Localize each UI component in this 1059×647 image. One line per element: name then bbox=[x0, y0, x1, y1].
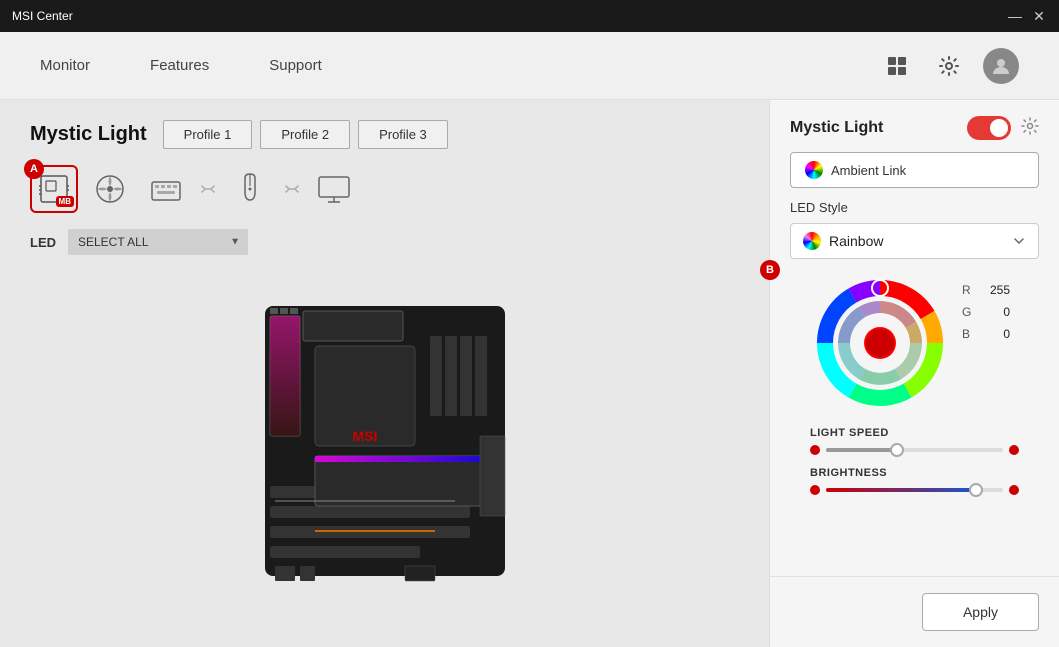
svg-text:MSI: MSI bbox=[352, 428, 377, 444]
device-icon-fan[interactable] bbox=[86, 165, 134, 213]
brightness-slider-left-dot bbox=[810, 485, 820, 495]
light-speed-label: LIGHT SPEED bbox=[810, 427, 1019, 439]
right-panel-header: Mystic Light bbox=[770, 100, 1059, 152]
user-avatar-icon[interactable] bbox=[983, 48, 1019, 84]
led-style-name: Rainbow bbox=[829, 233, 883, 249]
profile3-button[interactable]: Profile 3 bbox=[358, 120, 448, 149]
brightness-slider-thumb[interactable] bbox=[969, 483, 983, 497]
title-bar: MSI Center — ✕ bbox=[0, 0, 1059, 32]
led-row: LED SELECT ALL bbox=[30, 229, 739, 255]
link-icon-2 bbox=[282, 179, 302, 199]
mystic-light-header: Mystic Light Profile 1 Profile 2 Profile… bbox=[30, 120, 739, 149]
settings-icon-button[interactable] bbox=[931, 48, 967, 84]
link-icon-1 bbox=[198, 179, 218, 199]
slider-section: LIGHT SPEED BRIGHTNESS bbox=[790, 427, 1039, 495]
title-bar-left: MSI Center bbox=[12, 9, 73, 23]
led-style-dropdown-left: Rainbow bbox=[803, 232, 883, 250]
led-style-dropdown[interactable]: Rainbow bbox=[790, 223, 1039, 259]
device-icons-row: A MB bbox=[30, 165, 739, 213]
mouse-icon bbox=[233, 172, 267, 206]
motherboard-image: MSI bbox=[235, 286, 535, 596]
nav-item-features[interactable]: Features bbox=[150, 53, 209, 78]
mb-image-area: MSI bbox=[30, 271, 739, 611]
apply-area: Apply bbox=[770, 576, 1059, 647]
light-speed-slider-row bbox=[810, 445, 1019, 455]
rgb-values: R 255 G 0 B 0 bbox=[962, 273, 1010, 341]
brightness-label: BRIGHTNESS bbox=[810, 467, 1019, 479]
rgb-b-value: 0 bbox=[982, 327, 1010, 341]
nav-item-monitor[interactable]: Monitor bbox=[40, 53, 90, 78]
device-icon-mb-wrapper: A MB bbox=[30, 165, 78, 213]
nav-item-support[interactable]: Support bbox=[269, 53, 322, 78]
keyboard-icon bbox=[149, 172, 183, 206]
brightness-slider[interactable] bbox=[826, 488, 1003, 492]
top-nav: Monitor Features Support bbox=[0, 32, 1059, 100]
rgb-b-row: B 0 bbox=[962, 327, 1010, 341]
nav-right bbox=[879, 48, 1019, 84]
left-panel-title: Mystic Light bbox=[30, 123, 147, 146]
grid-icon bbox=[886, 55, 908, 77]
profile2-button[interactable]: Profile 2 bbox=[260, 120, 350, 149]
right-panel-controls bbox=[967, 116, 1039, 140]
mb-label: MB bbox=[56, 196, 74, 207]
ambient-link-icon bbox=[805, 161, 823, 179]
rgb-g-row: G 0 bbox=[962, 305, 1010, 319]
speed-slider-thumb[interactable] bbox=[890, 443, 904, 457]
brightness-slider-right-dot bbox=[1009, 485, 1019, 495]
dropdown-chevron-icon bbox=[1012, 234, 1026, 248]
led-select-wrapper: SELECT ALL bbox=[68, 229, 248, 255]
speed-slider-right-dot bbox=[1009, 445, 1019, 455]
grid-icon-button[interactable] bbox=[879, 48, 915, 84]
ambient-link-button[interactable]: Ambient Link bbox=[790, 152, 1039, 188]
badge-b: B bbox=[760, 260, 780, 280]
right-panel-title: Mystic Light bbox=[790, 119, 883, 137]
brightness-slider-row bbox=[810, 485, 1019, 495]
led-style-section: LED Style Rainbow bbox=[770, 200, 1059, 507]
brightness-slider-fill bbox=[826, 488, 976, 492]
monitor-icon bbox=[317, 172, 351, 206]
rgb-g-value: 0 bbox=[982, 305, 1010, 319]
led-style-label: LED Style bbox=[790, 200, 1039, 215]
title-bar-controls: — ✕ bbox=[1007, 8, 1047, 24]
badge-a: A bbox=[24, 159, 44, 179]
rainbow-icon bbox=[803, 232, 821, 250]
rgb-r-value: 255 bbox=[982, 283, 1010, 297]
rgb-r-row: R 255 bbox=[962, 283, 1010, 297]
led-label: LED bbox=[30, 235, 56, 250]
profile1-button[interactable]: Profile 1 bbox=[163, 120, 253, 149]
led-select[interactable]: SELECT ALL bbox=[68, 229, 248, 255]
device-icon-mouse[interactable] bbox=[226, 165, 274, 213]
mystic-light-toggle[interactable] bbox=[967, 116, 1011, 140]
close-button[interactable]: ✕ bbox=[1031, 8, 1047, 24]
device-icon-keyboard[interactable] bbox=[142, 165, 190, 213]
light-speed-slider[interactable] bbox=[826, 448, 1003, 452]
gear-icon bbox=[938, 55, 960, 77]
rgb-g-label: G bbox=[962, 305, 974, 319]
color-wheel[interactable] bbox=[810, 273, 950, 413]
main-content: Mystic Light Profile 1 Profile 2 Profile… bbox=[0, 100, 1059, 647]
right-panel-gear-icon[interactable] bbox=[1021, 117, 1039, 140]
speed-slider-fill bbox=[826, 448, 897, 452]
rgb-b-label: B bbox=[962, 327, 974, 341]
left-panel: Mystic Light Profile 1 Profile 2 Profile… bbox=[0, 100, 769, 647]
fan-icon bbox=[93, 172, 127, 206]
apply-button[interactable]: Apply bbox=[922, 593, 1039, 631]
ambient-link-label: Ambient Link bbox=[831, 163, 906, 178]
color-wheel-section: R 255 G 0 B 0 bbox=[790, 273, 1039, 413]
profile-buttons: Profile 1 Profile 2 Profile 3 bbox=[163, 120, 448, 149]
nav-items: Monitor Features Support bbox=[40, 53, 322, 78]
title-bar-title: MSI Center bbox=[12, 9, 73, 23]
speed-slider-left-dot bbox=[810, 445, 820, 455]
rgb-r-label: R bbox=[962, 283, 974, 297]
device-icon-monitor[interactable] bbox=[310, 165, 358, 213]
right-panel: Mystic Light Ambient Link LED Style bbox=[769, 100, 1059, 647]
minimize-button[interactable]: — bbox=[1007, 8, 1023, 24]
